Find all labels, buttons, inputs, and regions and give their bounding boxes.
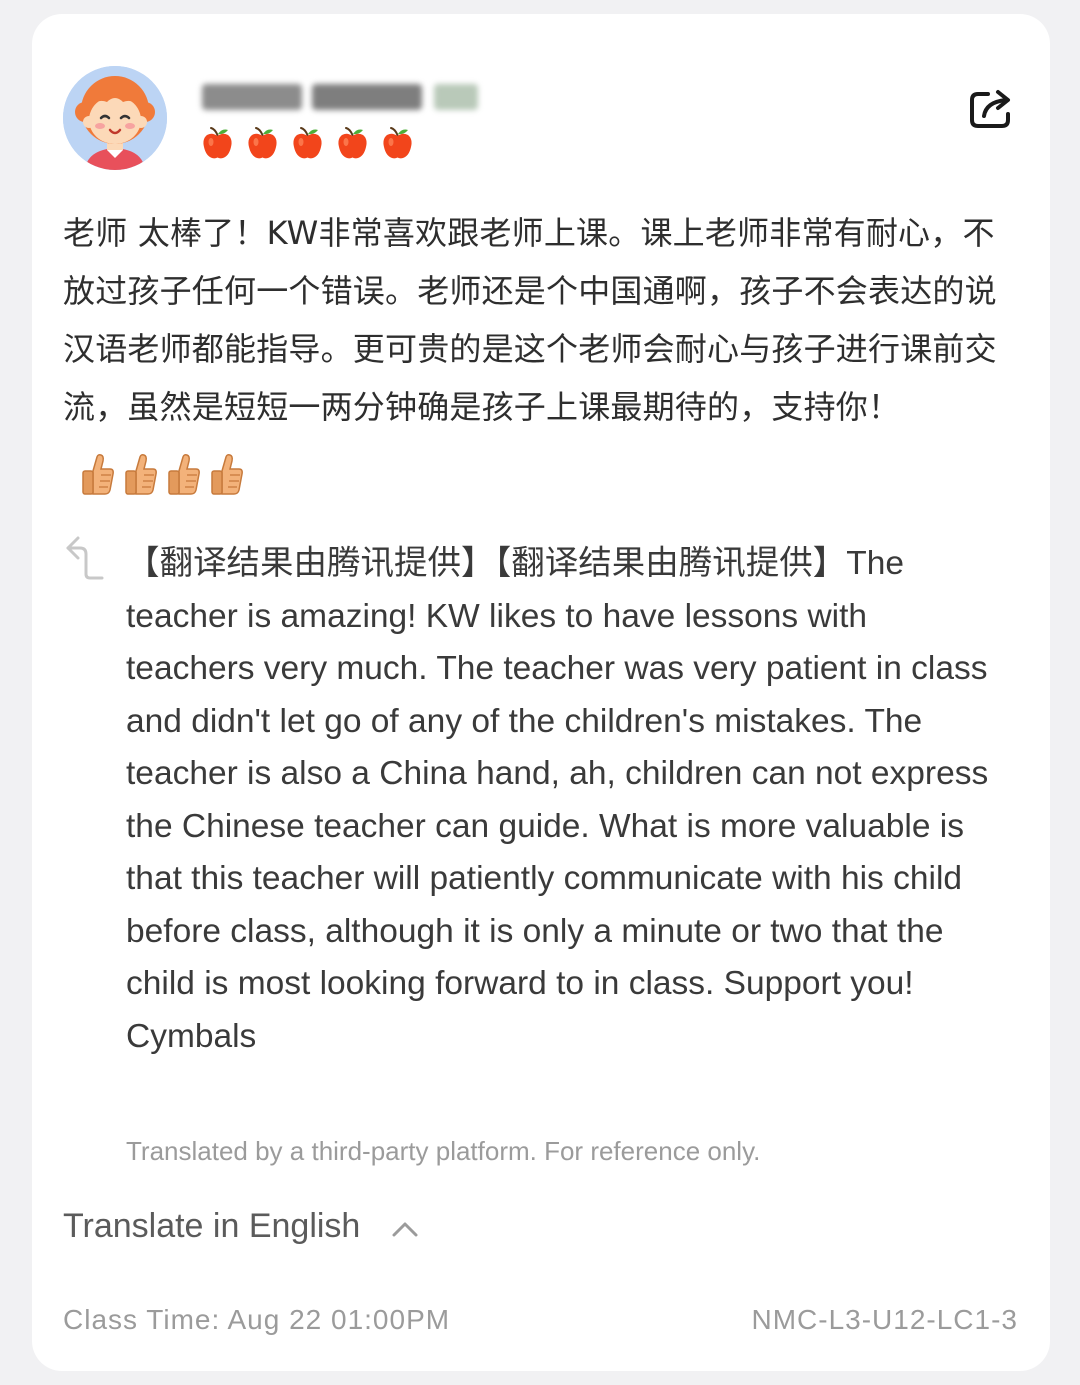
cartoon-child-avatar-icon [63, 66, 167, 170]
reply-arrow-icon [64, 528, 104, 584]
share-button[interactable] [968, 86, 1016, 130]
share-icon [970, 90, 1010, 128]
apple-icon [202, 126, 233, 160]
thumbs-up-emojis [81, 444, 253, 502]
course-code: NMC-L3-U12-LC1-3 [751, 1304, 1018, 1335]
thumbs-up-icon [81, 453, 115, 497]
apple-icon [247, 126, 278, 160]
translated-text: 【翻译结果由腾讯提供】【翻译结果由腾讯提供】The teacher is ama… [126, 545, 989, 1055]
translation-disclaimer: Translated by a third-party platform. Fo… [126, 1136, 761, 1166]
review-card: 老师 太棒了！KW非常喜欢跟老师上课。课上老师非常有耐心，不放过孩子任何一个错误… [32, 14, 1050, 1371]
thumbs-up-icon [124, 453, 158, 497]
apple-icon [337, 126, 368, 160]
rating-apples [202, 126, 413, 160]
thumbs-up-icon [167, 453, 201, 497]
chevron-up-icon [392, 1222, 418, 1237]
translate-toggle-label: Translate in English [63, 1206, 361, 1245]
avatar [63, 66, 167, 170]
review-text-block: 老师 太棒了！KW非常喜欢跟老师上课。课上老师非常有耐心，不放过孩子任何一个错误… [63, 204, 1023, 502]
thumbs-up-icon [210, 453, 244, 497]
translate-toggle[interactable]: Translate in English [63, 1200, 420, 1252]
review-text: 老师 太棒了！KW非常喜欢跟老师上课。课上老师非常有耐心，不放过孩子任何一个错误… [63, 214, 997, 426]
apple-icon [292, 126, 323, 160]
apple-icon [382, 126, 413, 160]
class-time: Class Time: Aug 22 01:00PM [63, 1304, 451, 1335]
reviewer-name-obscured [202, 84, 482, 110]
